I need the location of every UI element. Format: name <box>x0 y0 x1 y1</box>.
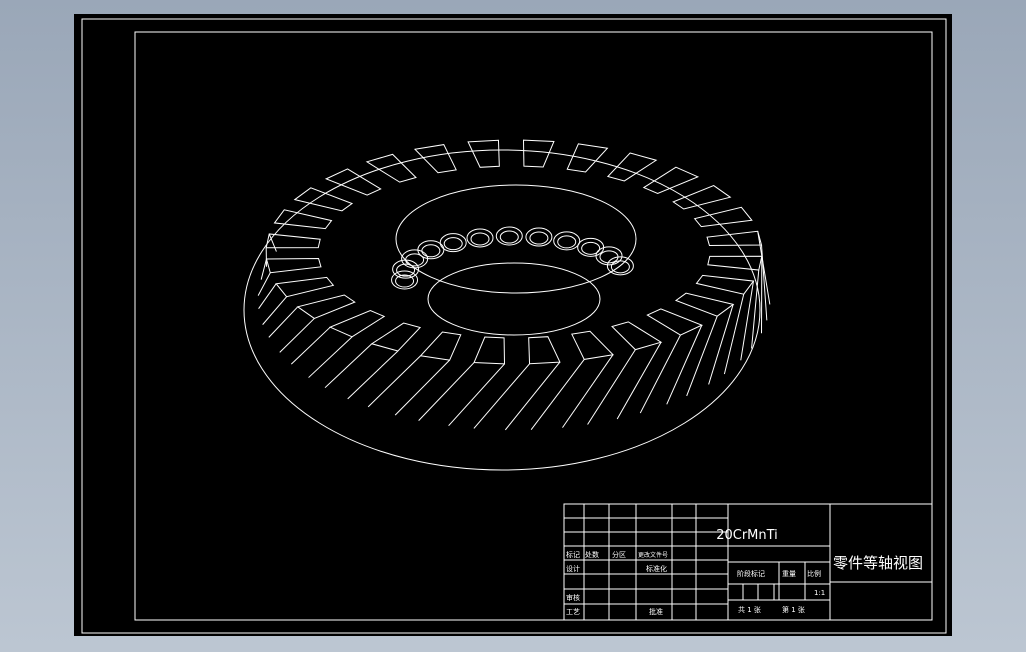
drawing-sheet: 20CrMnTi 零件等轴视图 标记 处数 分区 更改文件号 设计 标准化 审核… <box>74 14 952 636</box>
label-weight: 重量 <box>782 570 796 578</box>
label-design: 设计 <box>566 564 580 573</box>
gear-hub-bore <box>427 262 601 336</box>
bolt-hole <box>577 237 605 257</box>
bolt-hole <box>391 270 419 290</box>
gear-tooth <box>324 168 382 196</box>
label-zone: 分区 <box>612 550 626 559</box>
gear-tooth <box>707 255 763 349</box>
gear-tooth <box>639 308 704 414</box>
label-change-doc: 更改文件号 <box>638 551 668 559</box>
bolt-hole <box>401 249 429 269</box>
material-text: 20CrMnTi <box>716 528 778 543</box>
label-stage-mark: 阶段标记 <box>737 569 765 578</box>
bevel-gear <box>243 139 771 471</box>
drawing-title: 零件等轴视图 <box>833 554 923 572</box>
bolt-hole <box>466 228 494 248</box>
bolt-hole <box>553 231 581 251</box>
gear-bore-outer <box>395 184 637 294</box>
outer-frame <box>81 18 947 634</box>
label-count: 处数 <box>585 550 599 559</box>
title-block: 20CrMnTi 零件等轴视图 标记 处数 分区 更改文件号 设计 标准化 审核… <box>563 503 933 621</box>
label-review: 审核 <box>566 593 580 602</box>
label-approve: 批准 <box>649 607 663 616</box>
scale-value: 1:1 <box>814 589 825 597</box>
sheet-number: 第 1 张 <box>782 605 805 614</box>
gear-tooth <box>324 322 422 400</box>
gear-tooth <box>530 330 615 431</box>
gear-tooth <box>268 294 356 353</box>
gear-tooth <box>257 257 322 296</box>
gear-tooth <box>674 292 735 397</box>
label-process: 工艺 <box>566 608 580 616</box>
gear-tooth <box>290 309 386 378</box>
label-scale: 比例 <box>807 569 821 578</box>
gear-tooth <box>587 321 663 425</box>
bolt-holes <box>391 226 634 290</box>
gear-tooth <box>413 144 457 174</box>
gear-tooth <box>672 185 732 210</box>
gear-tooth <box>467 139 500 168</box>
gear-tooth <box>566 143 609 173</box>
gear-tooth <box>522 139 555 168</box>
gear-tooth <box>418 336 506 427</box>
bolt-hole <box>495 226 523 246</box>
gear-tooth <box>695 274 755 375</box>
label-standardize: 标准化 <box>646 564 667 573</box>
sheets-total: 共 1 张 <box>738 605 761 614</box>
bolt-hole <box>439 233 467 253</box>
inner-border <box>134 31 933 621</box>
label-mark: 标记 <box>566 550 580 559</box>
gear-tooth <box>365 153 417 183</box>
gear-drawing: 20CrMnTi 零件等轴视图 标记 处数 分区 更改文件号 设计 标准化 审核… <box>81 18 947 634</box>
gear-teeth <box>257 139 771 431</box>
gear-tooth <box>367 331 462 416</box>
gear-tooth <box>606 152 658 182</box>
bolt-hole <box>525 227 553 247</box>
gear-tooth <box>265 233 321 267</box>
